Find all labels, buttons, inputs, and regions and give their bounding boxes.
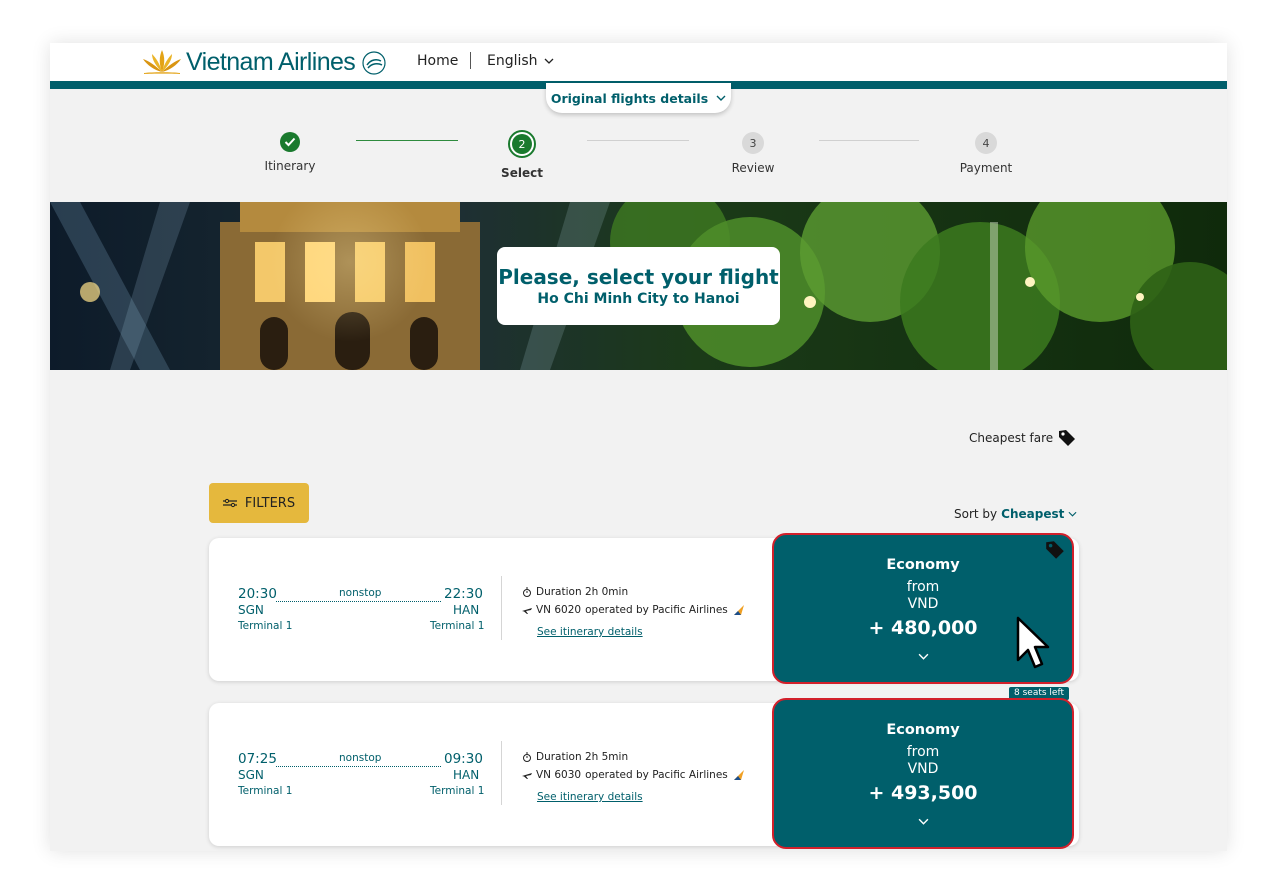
chevron-down-icon	[716, 95, 726, 101]
step-label: Review	[731, 161, 775, 175]
operator-row: VN 6020 operated by Pacific Airlines	[522, 603, 746, 617]
cheapest-fare-legend: Cheapest fare	[969, 428, 1077, 448]
step-label: Itinerary	[264, 159, 316, 173]
itinerary-details-link[interactable]: See itinerary details	[537, 626, 643, 638]
step-number: 2	[512, 134, 532, 154]
operated-by: operated by Pacific Airlines	[585, 769, 728, 781]
route-line	[276, 766, 441, 767]
plane-icon	[522, 773, 532, 779]
operated-by: operated by Pacific Airlines	[585, 604, 728, 616]
fare-cabin: Economy	[886, 722, 960, 738]
fare-cabin: Economy	[886, 557, 960, 573]
step-itinerary[interactable]: Itinerary	[250, 132, 330, 173]
plane-icon	[522, 608, 532, 614]
duration-row: Duration 2h 0min	[522, 586, 628, 598]
sort-dropdown[interactable]: Sort by Cheapest	[954, 507, 1077, 521]
stopwatch-icon	[523, 752, 531, 762]
stops-label: nonstop	[339, 587, 382, 599]
chevron-down-icon	[918, 818, 928, 825]
step-number: 4	[975, 132, 997, 154]
step-label: Select	[501, 166, 543, 180]
destination-terminal: Terminal 1	[430, 785, 485, 797]
card-divider	[501, 576, 502, 640]
depart-time: 20:30	[238, 586, 277, 602]
step-connector	[819, 140, 919, 141]
browser-window: Vietnam Airlines Home English Original f…	[50, 43, 1227, 851]
card-divider	[501, 741, 502, 805]
vietnam-airlines-logo[interactable]: Vietnam Airlines	[140, 45, 389, 79]
step-select: 2 Select	[482, 130, 562, 180]
sort-value: Cheapest	[1001, 507, 1065, 521]
filters-button[interactable]: FILTERS	[209, 483, 309, 523]
origin-code: SGN	[238, 768, 264, 782]
origin-terminal: Terminal 1	[238, 620, 293, 632]
price-tag-icon	[1046, 541, 1064, 559]
original-flights-toggle[interactable]: Original flights details	[546, 83, 731, 113]
original-flights-label: Original flights details	[550, 90, 709, 106]
arrive-time: 22:30	[444, 586, 483, 602]
banner-subtitle: Ho Chi Minh City to Hanoi	[537, 291, 740, 307]
nav-home-link[interactable]: Home	[417, 53, 458, 69]
destination-code: HAN	[453, 768, 480, 782]
origin-code: SGN	[238, 603, 264, 617]
banner-title: Please, select your flight	[498, 265, 779, 289]
itinerary-details-link[interactable]: See itinerary details	[537, 791, 643, 803]
cheapest-fare-label: Cheapest fare	[969, 431, 1054, 445]
step-connector	[587, 140, 689, 141]
sort-prefix: Sort by	[954, 507, 998, 521]
duration-text: Duration 2h 0min	[536, 586, 629, 598]
mouse-cursor-icon	[1016, 616, 1050, 669]
lotus-logo-icon	[143, 50, 181, 74]
check-icon	[280, 132, 300, 152]
price-tag-icon	[1059, 430, 1076, 446]
fare-from: from	[906, 579, 940, 595]
destination-terminal: Terminal 1	[430, 620, 485, 632]
skyteam-icon	[362, 51, 386, 75]
duration-row: Duration 2h 5min	[522, 751, 628, 763]
pacific-airlines-logo-icon	[733, 770, 744, 780]
stopwatch-icon	[523, 587, 531, 597]
filter-sliders-icon	[222, 498, 237, 508]
operator-row: VN 6030 operated by Pacific Airlines	[522, 768, 746, 782]
economy-fare-button[interactable]: Economy from VND + 493,500	[772, 698, 1074, 849]
nav-divider	[470, 52, 471, 69]
flight-number: VN 6030	[536, 769, 582, 781]
chevron-down-icon	[544, 58, 554, 64]
route-line	[276, 601, 441, 602]
stops-label: nonstop	[339, 752, 382, 764]
arrive-time: 09:30	[444, 751, 483, 767]
fare-currency: VND	[907, 596, 939, 612]
fare-currency: VND	[907, 761, 939, 777]
origin-terminal: Terminal 1	[238, 785, 293, 797]
step-payment: 4 Payment	[946, 132, 1026, 175]
site-header: Vietnam Airlines Home English	[50, 43, 1227, 81]
step-connector	[356, 140, 458, 141]
language-selector[interactable]: English	[487, 53, 554, 69]
fare-from: from	[906, 744, 940, 760]
fare-price: + 493,500	[868, 782, 978, 804]
banner-card: Please, select your flight Ho Chi Minh C…	[497, 247, 780, 325]
destination-banner: Please, select your flight Ho Chi Minh C…	[50, 202, 1227, 370]
destination-code: HAN	[453, 603, 480, 617]
step-number-active: 2	[508, 130, 536, 158]
flight-number: VN 6020	[536, 604, 582, 616]
pacific-airlines-logo-icon	[733, 605, 744, 615]
step-review: 3 Review	[713, 132, 793, 175]
chevron-down-icon	[918, 653, 928, 660]
language-label: English	[487, 53, 538, 69]
step-label: Payment	[959, 161, 1013, 175]
filters-label: FILTERS	[244, 495, 296, 511]
logo-text: Vietnam Airlines	[186, 47, 356, 76]
duration-text: Duration 2h 5min	[536, 751, 629, 763]
chevron-down-icon	[1068, 511, 1077, 517]
depart-time: 07:25	[238, 751, 277, 767]
step-number: 3	[742, 132, 764, 154]
